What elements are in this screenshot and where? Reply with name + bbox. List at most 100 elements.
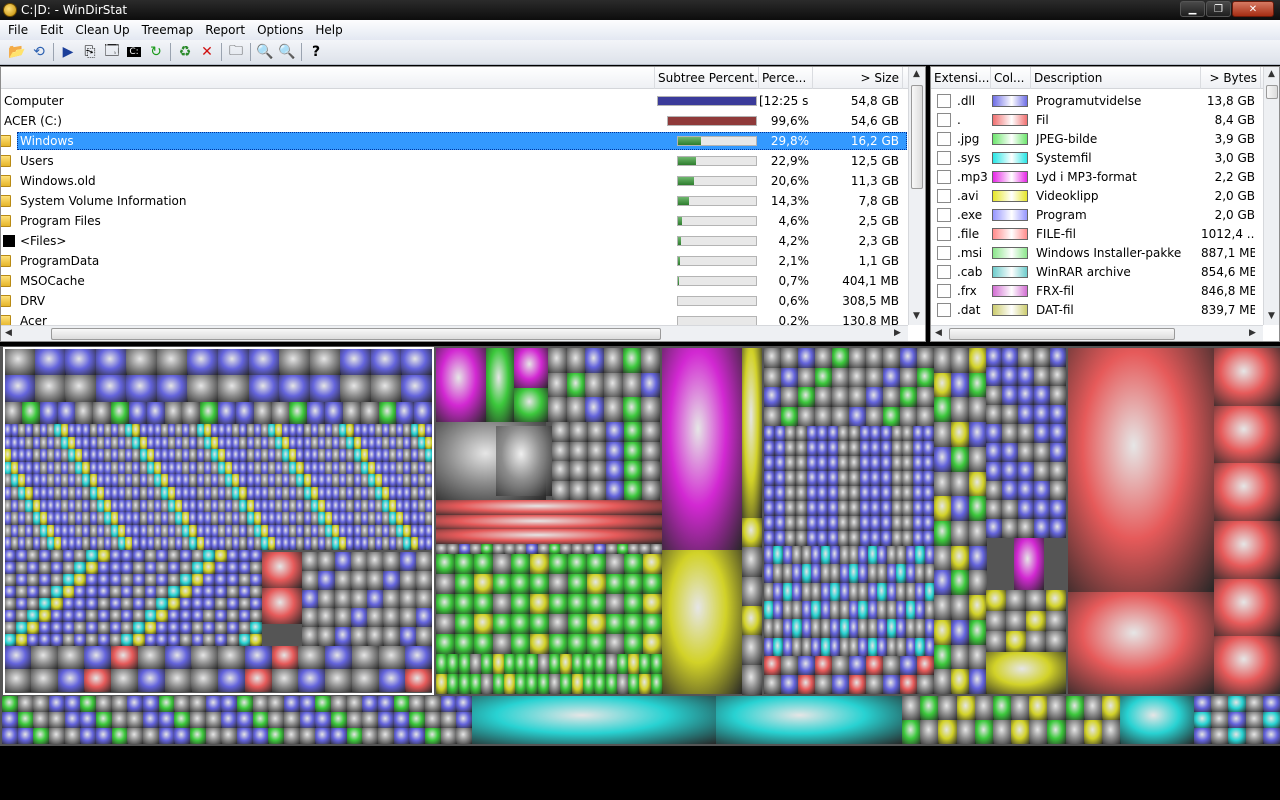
treemap-tile[interactable] [642,481,660,501]
treemap-tile[interactable] [549,554,568,574]
treemap-tile[interactable] [951,447,969,472]
zoom-in-button[interactable]: 🔍 [254,41,276,63]
treemap-tile[interactable] [624,594,643,614]
treemap-tile[interactable] [915,583,925,602]
treemap-tile[interactable] [189,424,197,437]
treemap-tile[interactable] [830,601,840,620]
treemap-tile[interactable] [530,554,549,574]
treemap-tile[interactable] [159,696,175,712]
treemap-tile[interactable] [298,646,325,669]
treemap-tile[interactable] [98,574,110,586]
directory-row[interactable]: Windows.old 20,6% 11,3 GB [1,171,907,191]
treemap-tile[interactable] [168,586,180,598]
treemap-tile[interactable] [883,656,900,675]
treemap-tile[interactable] [917,407,934,427]
treemap-tile[interactable] [250,610,262,622]
treemap-tile[interactable] [934,373,952,398]
treemap-tile[interactable] [302,608,319,627]
treemap-tile[interactable] [849,471,860,486]
recycle-button[interactable]: ♻ [174,41,196,63]
treemap-tile[interactable] [951,496,969,521]
treemap-tile[interactable] [191,669,218,692]
treemap-tile[interactable] [817,486,828,501]
treemap-tile[interactable] [902,531,913,546]
treemap-tile[interactable] [764,486,775,501]
treemap-tile[interactable] [742,577,762,607]
treemap-tile[interactable] [1034,405,1050,424]
treemap-tile[interactable] [811,546,821,565]
treemap-tile[interactable] [187,348,218,375]
treemap-tile[interactable] [425,487,433,500]
treemap-tile[interactable] [796,471,807,486]
treemap-tile[interactable] [585,348,604,373]
treemap-tile[interactable] [157,348,188,375]
treemap-tile[interactable] [815,656,832,675]
treemap-tile[interactable] [180,574,192,586]
treemap-tile[interactable] [190,728,206,744]
treemap-tile[interactable] [1026,611,1046,632]
treemap-tile[interactable] [549,594,568,614]
treemap-tile[interactable] [96,375,127,402]
treemap-tile[interactable] [156,634,168,646]
treemap-tile[interactable] [830,564,840,583]
treemap-tile[interactable] [51,586,63,598]
treemap-tile[interactable] [132,449,140,462]
treemap-tile[interactable] [143,712,159,728]
treemap-tile[interactable] [456,696,472,712]
treemap-tile[interactable] [773,546,783,565]
treemap-tile[interactable] [883,675,900,694]
treemap-tile[interactable] [1214,348,1280,406]
treemap-tile[interactable] [127,712,143,728]
treemap-tile[interactable] [218,402,236,424]
treemap-tile[interactable] [51,622,63,634]
treemap-tile[interactable] [80,696,96,712]
treemap-tile[interactable] [493,554,512,574]
treemap-tile[interactable] [798,407,815,427]
treemap-tile[interactable] [549,574,568,594]
treemap-tile[interactable] [798,675,815,694]
treemap-tile[interactable] [870,456,881,471]
treemap-tile[interactable] [1026,631,1046,652]
treemap-tile[interactable] [272,646,299,669]
treemap-tile[interactable] [1050,462,1066,481]
treemap-tile[interactable] [870,531,881,546]
treemap-tile[interactable] [189,537,197,550]
treemap-tile[interactable] [190,712,206,728]
treemap-tile[interactable] [126,375,157,402]
treemap-tile[interactable] [1018,424,1034,443]
treemap-tile[interactable] [367,571,384,590]
treemap-tile[interactable] [300,712,316,728]
treemap-tile[interactable] [121,586,133,598]
treemap-tile[interactable] [180,610,192,622]
treemap-tile[interactable] [268,712,284,728]
treemap-tile[interactable] [4,586,16,598]
treemap-tile[interactable] [474,634,493,654]
treemap-tile[interactable] [1018,405,1034,424]
treemap-tile[interactable] [624,422,642,442]
treemap-tile[interactable] [401,348,432,375]
treemap-tile[interactable] [1228,696,1246,712]
treemap-tile[interactable] [191,646,218,669]
treemap-tile[interactable] [346,512,354,525]
treemap-tile[interactable] [221,728,237,744]
treemap-tile[interactable] [548,348,567,373]
directory-row[interactable]: <Files> 4,2% 2,3 GB [1,231,907,251]
treemap-tile[interactable] [1002,424,1018,443]
treemap-tile[interactable] [849,456,860,471]
treemap-tile[interactable] [493,614,512,634]
treemap-tile[interactable] [25,424,33,437]
treemap-tile[interactable] [1034,386,1050,405]
treemap-tile[interactable] [849,407,866,427]
treemap-tile[interactable] [815,407,832,427]
treemap-tile[interactable] [86,610,98,622]
treemap-tile[interactable] [335,571,352,590]
treemap-tile[interactable] [606,634,625,654]
treemap-tile[interactable] [403,487,411,500]
treemap-tile[interactable] [624,614,643,634]
treemap-tile[interactable] [643,554,662,574]
treemap-tile[interactable] [39,610,51,622]
directory-row[interactable]: ProgramData 2,1% 1,1 GB [1,251,907,271]
treemap-tile[interactable] [1002,500,1018,519]
treemap-tile[interactable] [302,627,319,646]
treemap-tile[interactable] [284,712,300,728]
